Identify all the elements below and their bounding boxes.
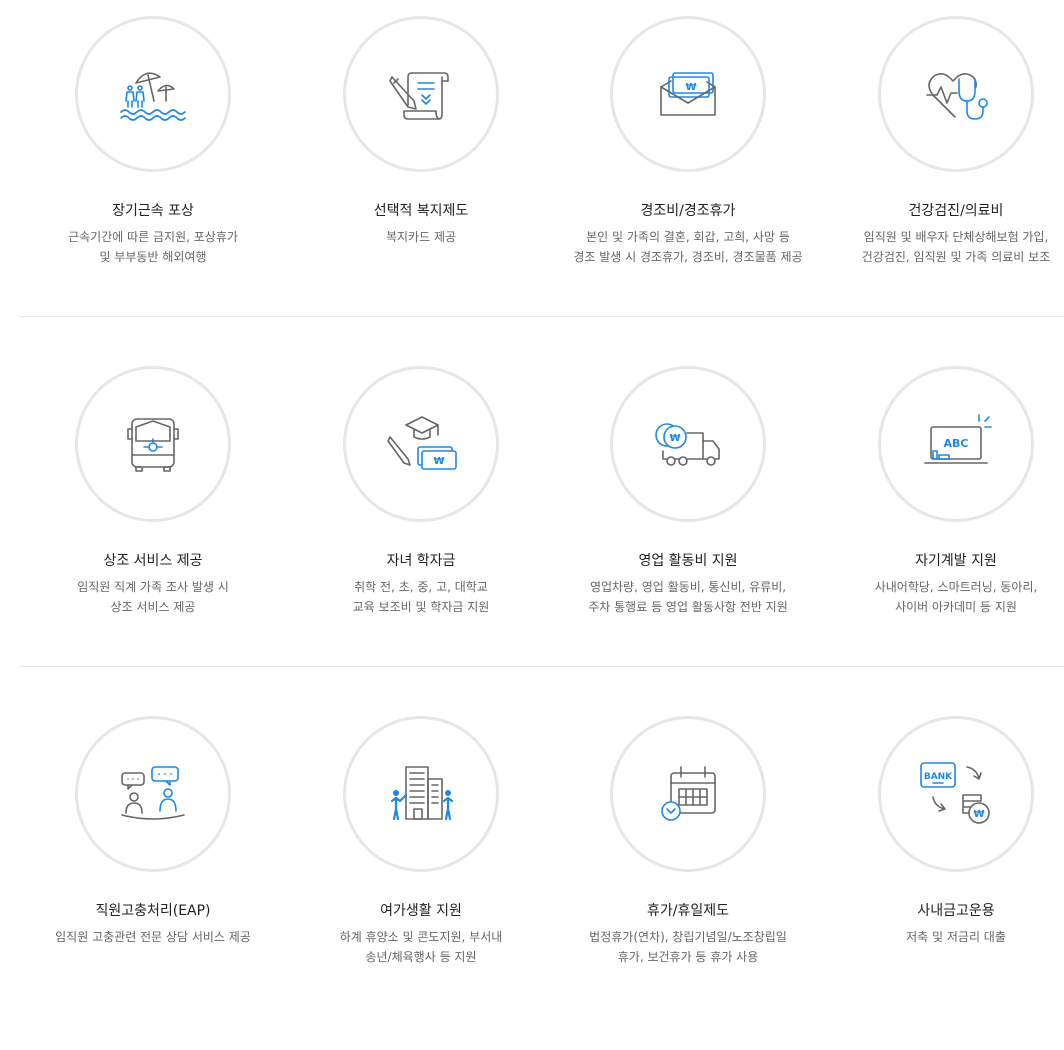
- benefit-description-line: 사내어학당, 스마트러닝, 동아리,: [874, 580, 1038, 594]
- bank-coins-icon: BANK ₩: [920, 762, 990, 824]
- benefits-row-2: 상조 서비스 제공 임직원 직계 가족 조사 발생 시 상조 서비스 제공 ₩ …: [0, 350, 1064, 700]
- icon-circle: [75, 716, 231, 872]
- abc-label: ABC: [944, 437, 969, 450]
- benefit-title: 장기근속 포상: [112, 203, 194, 219]
- benefit-description-line: 송년/체육행사 등 지원: [365, 950, 477, 964]
- benefit-title: 선택적 복지제도: [373, 203, 469, 219]
- benefit-description: 사내어학당, 스마트러닝, 동아리, 사이버 아카데미 등 지원: [822, 577, 1064, 617]
- benefit-description-line: 교육 보조비 및 학자금 지원: [352, 600, 490, 614]
- icon-circle: [343, 716, 499, 872]
- benefit-description-line: 임직원 및 배우자 단체상해보험 가입,: [863, 230, 1049, 244]
- won-symbol: ₩: [669, 433, 680, 444]
- icon-circle: ₩: [610, 366, 766, 522]
- calendar-clock-icon: [661, 766, 716, 821]
- benefit-description: 임직원 직계 가족 조사 발생 시 상조 서비스 제공: [19, 577, 287, 617]
- document-pen-icon: [389, 72, 449, 120]
- benefit-title: 경조비/경조휴가: [640, 203, 736, 219]
- benefit-title: 자녀 학자금: [386, 553, 456, 569]
- icon-circle: [343, 16, 499, 172]
- icon-circle: BANK ₩: [878, 716, 1034, 872]
- icon-circle: ₩: [343, 366, 499, 522]
- benefit-title: 여가생활 지원: [380, 903, 462, 919]
- row-divider: [20, 316, 1064, 317]
- benefit-description: 근속기간에 따른 금지원, 포상휴가 및 부부동반 해외여행: [19, 227, 287, 267]
- benefit-description: 임직원 고충관련 전문 상담 서비스 제공: [19, 927, 287, 947]
- benefit-description: 저축 및 저금리 대출: [822, 927, 1064, 947]
- icon-circle: ABC: [878, 366, 1034, 522]
- benefit-description-line: 경조 발생 시 경조휴가, 경조비, 경조물품 제공: [573, 250, 803, 264]
- bank-label: BANK: [924, 772, 953, 782]
- benefit-description-line: 휴가, 보건휴가 등 휴가 사용: [617, 950, 759, 964]
- benefit-description-line: 하계 휴양소 및 콘도지원, 부서내: [339, 930, 503, 944]
- benefit-description-line: 복지카드 제공: [385, 230, 457, 244]
- benefit-description: 본인 및 가족의 결혼, 회갑, 고희, 사망 등 경조 발생 시 경조휴가, …: [554, 227, 822, 267]
- benefit-description-line: 및 부부동반 해외여행: [99, 250, 207, 264]
- benefit-description-line: 근속기간에 따른 금지원, 포상휴가: [68, 230, 238, 244]
- benefit-description: 하계 휴양소 및 콘도지원, 부서내 송년/체육행사 등 지원: [287, 927, 555, 967]
- benefit-description-line: 상조 서비스 제공: [110, 600, 196, 614]
- benefit-title: 영업 활동비 지원: [638, 553, 738, 569]
- benefit-description-line: 임직원 직계 가족 조사 발생 시: [77, 580, 229, 594]
- benefit-description-line: 영업차량, 영업 활동비, 통신비, 유류비,: [589, 580, 787, 594]
- icon-circle: [610, 716, 766, 872]
- icon-circle: ₩: [610, 16, 766, 172]
- money-envelope-icon: ₩: [660, 72, 716, 116]
- benefit-description: 영업차량, 영업 활동비, 통신비, 유류비, 주차 통행료 등 영업 활동사항…: [554, 577, 822, 617]
- icon-circle: [878, 16, 1034, 172]
- benefit-title: 자기계발 지원: [915, 553, 997, 569]
- benefit-description: 복지카드 제공: [287, 227, 555, 247]
- abc-laptop-icon: ABC: [924, 414, 992, 464]
- benefit-description: 법정휴가(연차), 창립기념일/노조창립일 휴가, 보건휴가 등 휴가 사용: [554, 927, 822, 967]
- heart-stethoscope-icon: [926, 73, 988, 120]
- benefit-title: 사내금고운용: [917, 903, 995, 919]
- benefits-row-1: 장기근속 포상 근속기간에 따른 금지원, 포상휴가 및 부부동반 해외여행 선…: [0, 0, 1064, 350]
- icon-circle: [75, 366, 231, 522]
- benefit-title: 휴가/휴일제도: [647, 903, 729, 919]
- building-people-icon: [390, 766, 454, 821]
- benefit-description-line: 저축 및 저금리 대출: [906, 930, 1006, 944]
- benefit-title: 상조 서비스 제공: [103, 553, 203, 569]
- won-symbol: ₩: [685, 82, 696, 93]
- row-divider: [20, 666, 1064, 667]
- counseling-chat-icon: [121, 766, 185, 820]
- won-symbol: ₩: [433, 456, 444, 467]
- benefit-description-line: 취학 전, 초, 중, 고, 대학교: [354, 580, 488, 594]
- benefit-title: 건강검진/의료비: [908, 203, 1004, 219]
- coin-truck-icon: ₩: [655, 423, 720, 466]
- benefit-description-line: 법정휴가(연차), 창립기념일/노조창립일: [589, 930, 787, 944]
- graduation-money-icon: ₩: [387, 416, 457, 470]
- benefit-description-line: 본인 및 가족의 결혼, 회갑, 고희, 사망 등: [586, 230, 790, 244]
- benefits-row-3: 직원고충처리(EAP) 임직원 고충관련 전문 상담 서비스 제공 여가생활 지…: [0, 700, 1064, 1050]
- icon-circle: [75, 16, 231, 172]
- won-symbol: ₩: [973, 809, 984, 820]
- benefit-title: 직원고충처리(EAP): [95, 903, 211, 919]
- funeral-bus-icon: [127, 418, 179, 472]
- benefit-description-line: 주차 통행료 등 영업 활동사항 전반 지원: [588, 600, 788, 614]
- benefit-description-line: 임직원 고충관련 전문 상담 서비스 제공: [55, 930, 251, 944]
- benefit-description: 취학 전, 초, 중, 고, 대학교 교육 보조비 및 학자금 지원: [287, 577, 555, 617]
- beach-umbrella-icon: [120, 72, 186, 121]
- benefit-description-line: 건강검진, 임직원 및 가족 의료비 보조: [861, 250, 1051, 264]
- benefit-description: 임직원 및 배우자 단체상해보험 가입, 건강검진, 임직원 및 가족 의료비 …: [822, 227, 1064, 267]
- benefit-description-line: 사이버 아카데미 등 지원: [895, 600, 1017, 614]
